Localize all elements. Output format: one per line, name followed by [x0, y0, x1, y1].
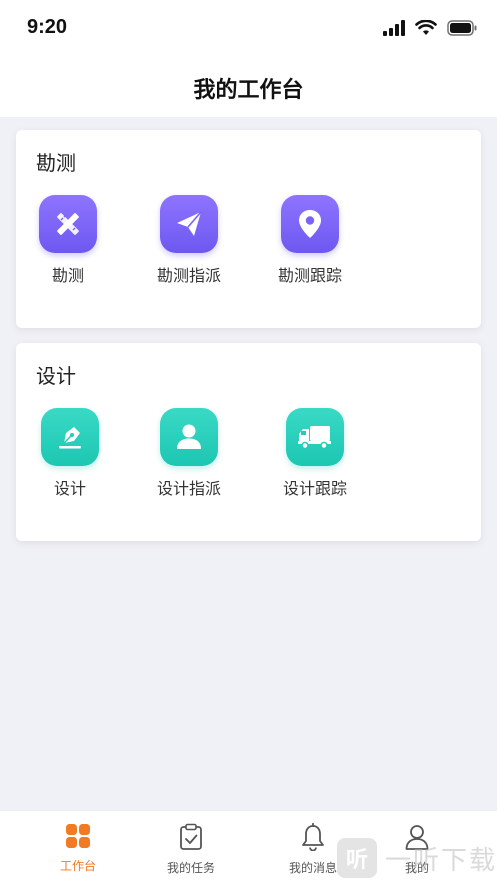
- clipboard-check-icon: [180, 823, 202, 850]
- watermark-logo: 听: [337, 838, 377, 878]
- item-label: 勘测: [51, 266, 84, 285]
- tab-my-tasks[interactable]: 我的任务: [141, 823, 241, 876]
- signal-icon: [383, 20, 405, 36]
- design-item[interactable]: 设计: [10, 408, 130, 499]
- wifi-icon: [415, 20, 437, 35]
- tab-label: 我的任务: [166, 861, 215, 875]
- status-icons: [383, 20, 477, 36]
- person-icon: [177, 424, 201, 449]
- survey-assign-icon-box: [160, 195, 218, 253]
- item-label: 设计指派: [156, 479, 221, 498]
- survey-icon-box: [39, 195, 97, 253]
- watermark-text: 一听下载: [385, 845, 497, 876]
- page-title: 我的工作台: [193, 78, 304, 103]
- nav-bar: 我的工作台: [0, 60, 497, 117]
- survey-track-item[interactable]: 勘测跟踪: [250, 195, 370, 286]
- design-card: 设计 设计 设计指派 设计跟踪: [16, 343, 481, 541]
- design-icon-box: [41, 408, 99, 466]
- design-assign-icon-box: [160, 408, 218, 466]
- survey-assign-item[interactable]: 勘测指派: [129, 195, 249, 286]
- pen-nib-icon: [59, 427, 81, 449]
- design-assign-item[interactable]: 设计指派: [129, 408, 249, 499]
- battery-icon: [447, 20, 477, 36]
- item-label: 设计跟踪: [282, 479, 347, 498]
- bell-icon: [302, 822, 324, 852]
- status-bar: 9:20: [0, 0, 497, 60]
- paper-plane-icon: [177, 211, 202, 236]
- section-title: 设计: [36, 364, 76, 388]
- design-track-item[interactable]: 设计跟踪: [255, 408, 375, 499]
- map-pin-icon: [299, 210, 321, 238]
- design-track-icon-box: [286, 408, 344, 466]
- pencil-ruler-icon: [57, 213, 79, 235]
- item-label: 勘测指派: [156, 266, 221, 285]
- status-time: 9:20: [27, 16, 68, 38]
- survey-item[interactable]: 勘测: [8, 195, 128, 286]
- tab-label: 工作台: [59, 859, 96, 873]
- tab-workbench[interactable]: 工作台: [28, 823, 128, 874]
- section-title: 勘测: [36, 151, 76, 175]
- watermark: 听 一听下载: [337, 838, 497, 878]
- item-label: 设计: [53, 479, 86, 498]
- item-label: 勘测跟踪: [277, 266, 342, 285]
- survey-card: 勘测 勘测 勘测指派 勘测跟踪: [16, 130, 481, 328]
- survey-track-icon-box: [281, 195, 339, 253]
- grid-icon: [66, 824, 90, 848]
- truck-icon: [298, 426, 331, 450]
